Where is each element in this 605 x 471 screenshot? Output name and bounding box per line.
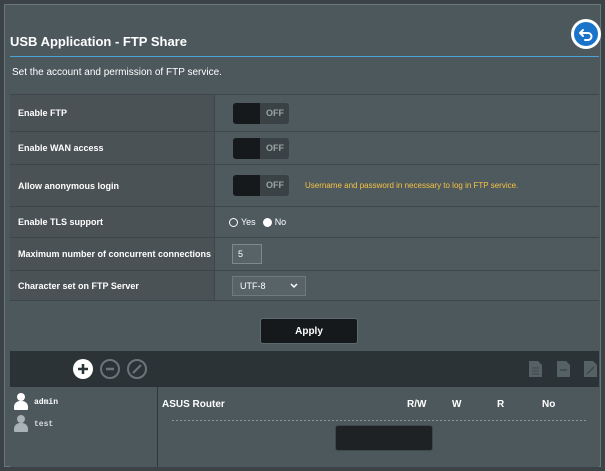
row-enable-wan: Enable WAN access OFF — [10, 132, 599, 165]
row-charset: Character set on FTP Server UTF-8 — [10, 271, 599, 301]
tls-label: Enable TLS support — [10, 207, 215, 237]
row-max-connections: Maximum number of concurrent connections — [10, 238, 599, 271]
max-connections-label: Maximum number of concurrent connections — [10, 238, 215, 270]
user-list: admin test — [10, 387, 158, 467]
row-tls: Enable TLS support Yes No — [10, 207, 599, 238]
tls-yes-radio[interactable] — [229, 217, 238, 227]
charset-label: Character set on FTP Server — [10, 271, 215, 300]
toggle-state-label: OFF — [266, 180, 284, 190]
delete-folder-icon[interactable] — [557, 361, 570, 377]
toggle-state-label: OFF — [266, 107, 284, 118]
anonymous-toggle[interactable]: OFF — [233, 175, 289, 196]
column-w: W — [452, 399, 462, 410]
add-folder-icon[interactable] — [529, 361, 542, 377]
title-divider — [10, 56, 599, 57]
column-no: No — [542, 399, 556, 410]
page-description: Set the account and permission of FTP se… — [12, 67, 222, 78]
column-r: R — [497, 399, 505, 410]
user-name: test — [34, 419, 54, 429]
user-name: admin — [34, 397, 59, 407]
save-permission-button[interactable] — [335, 425, 433, 451]
enable-ftp-toggle[interactable]: OFF — [233, 102, 289, 124]
chevron-down-icon — [290, 281, 298, 291]
toggle-knob — [233, 137, 260, 159]
tls-yes-label: Yes — [241, 217, 256, 227]
device-name[interactable]: ASUS Router — [162, 399, 407, 410]
tls-radio-group: Yes No — [229, 217, 293, 227]
enable-ftp-label: Enable FTP — [10, 95, 215, 131]
toggle-knob — [233, 175, 260, 196]
apply-button[interactable]: Apply — [260, 318, 358, 344]
permission-divider — [172, 420, 586, 421]
charset-select[interactable]: UTF-8 — [232, 275, 306, 296]
list-item[interactable]: admin — [10, 391, 157, 413]
back-button[interactable] — [571, 19, 601, 49]
enable-wan-toggle[interactable]: OFF — [233, 137, 289, 159]
remove-user-icon[interactable] — [100, 359, 120, 379]
column-rw: R/W — [407, 399, 427, 410]
edit-folder-icon[interactable] — [584, 361, 597, 377]
toggle-state-label: OFF — [266, 142, 284, 153]
account-toolbar — [10, 351, 599, 387]
tls-no-label: No — [274, 217, 287, 227]
list-item[interactable]: test — [10, 413, 157, 435]
user-avatar-icon — [14, 393, 28, 411]
tls-no-radio[interactable] — [262, 217, 272, 227]
row-anonymous: Allow anonymous login OFF Username and p… — [10, 165, 599, 207]
user-avatar-icon — [14, 415, 28, 433]
page-title: USB Application - FTP Share — [10, 34, 187, 49]
max-connections-input[interactable] — [232, 244, 262, 264]
toggle-knob — [233, 102, 260, 124]
accounts-permissions-area: admin test ASUS Router R/W W R No — [10, 387, 599, 467]
row-enable-ftp: Enable FTP OFF — [10, 95, 599, 132]
apply-area: Apply — [10, 307, 599, 349]
anonymous-hint: Username and password in necessary to lo… — [305, 181, 519, 190]
charset-selected-value: UTF-8 — [240, 280, 266, 291]
permission-header: ASUS Router R/W W R No — [162, 399, 594, 410]
add-user-icon[interactable] — [73, 359, 93, 379]
anonymous-label: Allow anonymous login — [10, 165, 215, 206]
back-arrow-icon — [574, 22, 598, 46]
enable-wan-label: Enable WAN access — [10, 132, 215, 164]
settings-table: Enable FTP OFF Enable WAN access OFF All… — [10, 94, 599, 301]
edit-user-icon[interactable] — [127, 359, 147, 379]
